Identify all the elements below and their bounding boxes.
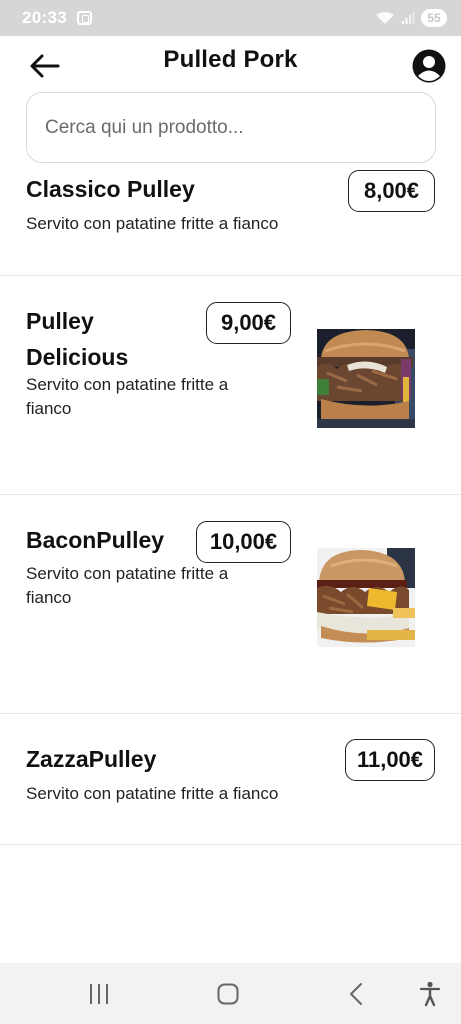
product-name: Classico Pulley [26, 176, 195, 202]
status-indicators: 55 [375, 9, 447, 27]
screen: 20:33 55 Pulled Pork Cerca qui un prodot… [0, 0, 461, 1024]
app-header: Pulled Pork [0, 36, 461, 92]
search-input[interactable] [27, 93, 435, 162]
account-circle-icon [412, 49, 446, 83]
wifi-icon [376, 12, 394, 24]
product-item[interactable]: ZazzaPulley Servito con patatine fritte … [0, 714, 461, 844]
home-button[interactable] [198, 963, 258, 1024]
product-name: BaconPulley [26, 527, 165, 553]
product-description: Servito con patatine fritte a fianco [26, 214, 279, 233]
status-time: 20:33 [22, 8, 67, 27]
system-nav-bar [0, 963, 461, 1024]
product-item[interactable]: BaconPulley Servito con patatine fritte … [0, 495, 461, 713]
price-badge: 9,00€ [206, 302, 291, 344]
product-image [317, 329, 415, 428]
price-badge: 8,00€ [348, 170, 435, 212]
product-description-line2: fianco [26, 588, 72, 607]
page-title: Pulled Pork [163, 46, 298, 73]
recent-apps-icon [90, 983, 108, 1004]
accessibility-button[interactable] [400, 963, 460, 1024]
home-icon [217, 983, 239, 1004]
product-description: Servito con patatine fritte a fianco [26, 784, 279, 803]
product-item[interactable]: Pulley Delicious Servito con patatine fr… [0, 276, 461, 494]
product-description-line1: Servito con patatine fritte a [26, 375, 229, 394]
product-image [317, 548, 415, 647]
price-badge: 11,00€ [345, 739, 435, 781]
battery-indicator: 55 [421, 9, 447, 27]
status-bar: 20:33 55 [0, 0, 461, 36]
product-name-line1: Pulley [26, 308, 94, 334]
back-icon [350, 982, 362, 1005]
profile-button[interactable] [411, 48, 447, 84]
product-description-line2: fianco [26, 399, 72, 418]
product-description-line1: Servito con patatine fritte a [26, 564, 229, 583]
product-name-line2: Delicious [26, 344, 129, 370]
search-box [26, 92, 436, 163]
accessibility-icon [419, 981, 441, 1006]
price-badge: 10,00€ [196, 521, 291, 563]
screen-record-icon [76, 11, 92, 25]
signal-icon [402, 12, 415, 24]
product-item[interactable]: Classico Pulley Servito con patatine fri… [0, 165, 461, 275]
divider [0, 844, 461, 845]
product-name: ZazzaPulley [26, 746, 157, 772]
nav-back-button[interactable] [327, 963, 387, 1024]
recent-apps-button[interactable] [69, 963, 129, 1024]
